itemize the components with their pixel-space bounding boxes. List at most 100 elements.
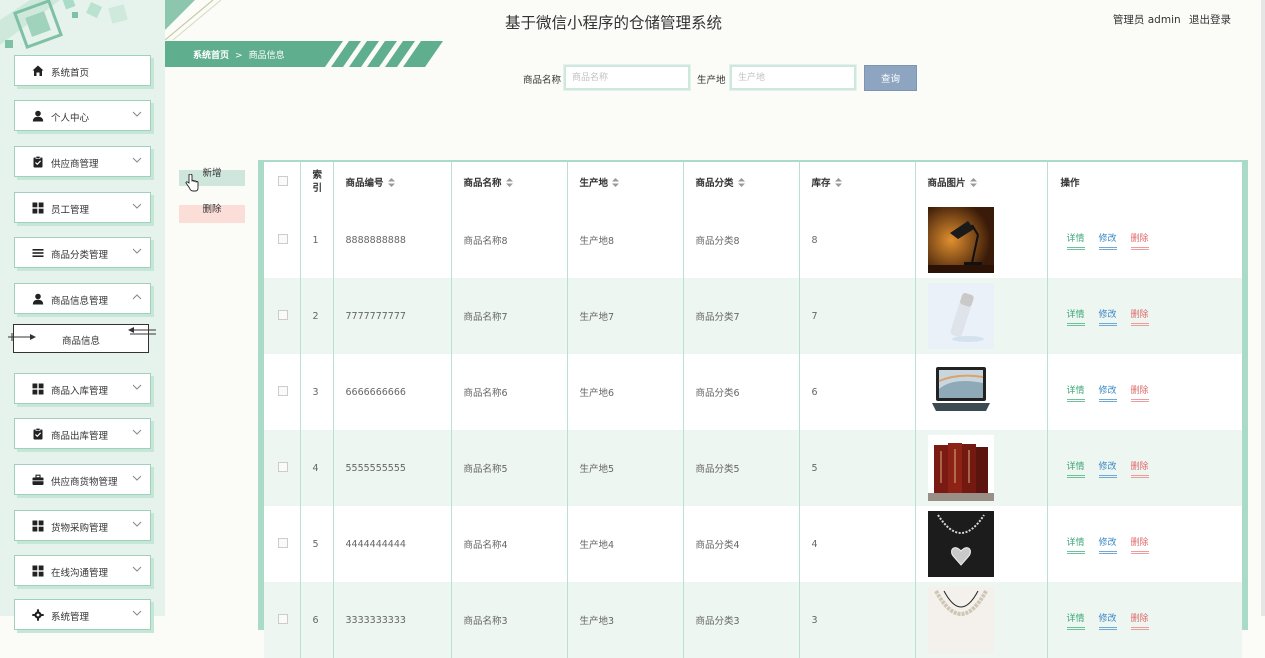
row-detail-link[interactable]: 详情 bbox=[1066, 459, 1085, 478]
chevron-down-icon[interactable] bbox=[132, 564, 142, 574]
row-select-cell[interactable] bbox=[264, 202, 301, 278]
sidebar-item-label: 货物采购管理 bbox=[51, 523, 109, 534]
row-edit-link[interactable]: 修改 bbox=[1098, 307, 1117, 326]
vertical-scrollbar[interactable] bbox=[1261, 0, 1265, 616]
row-edit-link[interactable]: 修改 bbox=[1098, 383, 1117, 402]
cell-index: 6 bbox=[300, 582, 334, 658]
sidebar-item-purchase[interactable]: 货物采购管理 bbox=[14, 510, 151, 541]
breadcrumb-text: 系统首页 > 商品信息 bbox=[193, 48, 285, 61]
sort-icon[interactable] bbox=[834, 178, 842, 187]
row-delete-link[interactable]: 删除 bbox=[1130, 307, 1149, 326]
sidebar-item-chat[interactable]: 在线沟通管理 bbox=[14, 555, 151, 586]
product-image-laptop[interactable] bbox=[927, 359, 994, 425]
sidebar-item-label: 在线沟通管理 bbox=[51, 568, 109, 579]
row-delete-link[interactable]: 删除 bbox=[1130, 383, 1149, 402]
header-name[interactable]: 商品名称 bbox=[451, 162, 568, 202]
submenu-item-product-info[interactable]: 商品信息 bbox=[8, 324, 156, 353]
header-select-all[interactable] bbox=[264, 162, 301, 202]
row-checkbox[interactable] bbox=[278, 233, 288, 244]
chevron-down-icon[interactable] bbox=[132, 109, 142, 119]
cell-ops: 详情 修改 删除 bbox=[1047, 354, 1242, 430]
row-edit-link[interactable]: 修改 bbox=[1098, 459, 1117, 478]
row-detail-link[interactable]: 详情 bbox=[1066, 231, 1085, 250]
product-image-cosmetic-bottle[interactable] bbox=[927, 283, 994, 349]
table-row: 6 3333333333 商品名称3 生产地3 商品分类3 3 详情 修改 删除 bbox=[264, 582, 1242, 658]
delete-button[interactable]: 删除 bbox=[179, 205, 245, 223]
hand-cursor-icon bbox=[185, 174, 199, 192]
sidebar-item-product-info[interactable]: 商品信息管理 bbox=[14, 283, 151, 314]
row-delete-link[interactable]: 删除 bbox=[1130, 535, 1149, 554]
product-image-desk-lamp[interactable] bbox=[927, 207, 994, 273]
row-checkbox[interactable] bbox=[278, 537, 288, 548]
row-select-cell[interactable] bbox=[264, 506, 301, 582]
sidebar-item-stock-in[interactable]: 商品入库管理 bbox=[14, 373, 151, 404]
chevron-down-icon[interactable] bbox=[132, 155, 142, 165]
chevron-down-icon[interactable] bbox=[132, 201, 142, 211]
select-all-checkbox[interactable] bbox=[278, 175, 288, 186]
row-delete-link[interactable]: 删除 bbox=[1130, 611, 1149, 630]
row-select-cell[interactable] bbox=[264, 354, 301, 430]
cell-code: 4444444444 bbox=[333, 506, 452, 582]
sort-icon[interactable] bbox=[505, 178, 513, 187]
chevron-down-icon[interactable] bbox=[132, 246, 142, 256]
breadcrumb-home[interactable]: 系统首页 bbox=[193, 51, 229, 61]
header-image[interactable]: 商品图片 bbox=[915, 162, 1048, 202]
sidebar-item-stock-out[interactable]: 商品出库管理 bbox=[14, 418, 151, 449]
chevron-down-icon[interactable] bbox=[132, 519, 142, 529]
product-image-pearl-necklace[interactable] bbox=[927, 587, 994, 653]
chevron-up-icon[interactable] bbox=[132, 292, 142, 302]
sort-icon[interactable] bbox=[387, 178, 395, 187]
row-edit-link[interactable]: 修改 bbox=[1098, 611, 1117, 630]
row-edit-link[interactable]: 修改 bbox=[1098, 535, 1117, 554]
sort-icon[interactable] bbox=[612, 178, 620, 187]
cell-index: 5 bbox=[300, 506, 334, 582]
row-select-cell[interactable] bbox=[264, 430, 301, 506]
row-detail-link[interactable]: 详情 bbox=[1066, 535, 1085, 554]
sidebar-item-home[interactable]: 系统首页 bbox=[14, 55, 151, 86]
header-origin[interactable]: 生产地 bbox=[567, 162, 684, 202]
row-select-cell[interactable] bbox=[264, 278, 301, 354]
header-code[interactable]: 商品编号 bbox=[333, 162, 452, 202]
chevron-down-icon[interactable] bbox=[132, 427, 142, 437]
header-stock[interactable]: 库存 bbox=[799, 162, 916, 202]
row-delete-link[interactable]: 删除 bbox=[1130, 459, 1149, 478]
row-checkbox[interactable] bbox=[278, 309, 288, 320]
row-checkbox[interactable] bbox=[278, 461, 288, 472]
logout-link[interactable]: 退出登录 bbox=[1189, 14, 1231, 26]
chevron-down-icon[interactable] bbox=[132, 473, 142, 483]
cell-index: 4 bbox=[300, 430, 334, 506]
sidebar-item-label: 商品分类管理 bbox=[51, 250, 109, 261]
chevron-down-icon[interactable] bbox=[132, 382, 142, 392]
search-button[interactable]: 查询 bbox=[864, 65, 917, 91]
cell-origin: 生产地8 bbox=[567, 202, 684, 278]
product-image-book-set[interactable] bbox=[927, 435, 994, 501]
row-checkbox[interactable] bbox=[278, 613, 288, 624]
product-image-heart-necklace[interactable] bbox=[927, 511, 994, 577]
user-icon bbox=[32, 110, 44, 122]
cell-index: 1 bbox=[300, 202, 334, 278]
cell-name: 商品名称8 bbox=[451, 202, 568, 278]
row-detail-link[interactable]: 详情 bbox=[1066, 307, 1085, 326]
search-name-input[interactable] bbox=[563, 64, 691, 91]
row-delete-link[interactable]: 删除 bbox=[1130, 231, 1149, 250]
row-select-cell[interactable] bbox=[264, 582, 301, 658]
sidebar-item-profile[interactable]: 个人中心 bbox=[14, 100, 151, 131]
row-detail-link[interactable]: 详情 bbox=[1066, 383, 1085, 402]
sidebar-item-supplier[interactable]: 供应商管理 bbox=[14, 146, 151, 177]
sort-icon[interactable] bbox=[969, 178, 977, 187]
cell-code: 8888888888 bbox=[333, 202, 452, 278]
row-checkbox[interactable] bbox=[278, 385, 288, 396]
sidebar-item-system[interactable]: 系统管理 bbox=[14, 599, 151, 630]
chevron-down-icon[interactable] bbox=[132, 608, 142, 618]
search-origin-input[interactable] bbox=[729, 64, 857, 91]
header-category[interactable]: 商品分类 bbox=[683, 162, 800, 202]
sidebar-item-supplier-goods[interactable]: 供应商货物管理 bbox=[14, 464, 151, 495]
sidebar-item-staff[interactable]: 员工管理 bbox=[14, 192, 151, 223]
row-edit-link[interactable]: 修改 bbox=[1098, 231, 1117, 250]
breadcrumb-current: 商品信息 bbox=[248, 51, 285, 61]
row-detail-link[interactable]: 详情 bbox=[1066, 611, 1085, 630]
sidebar-item-category[interactable]: 商品分类管理 bbox=[14, 237, 151, 268]
product-table-container: 索引 商品编号 商品名称 生产地 商品分类 库存 商品图片 操作 1 888888… bbox=[258, 160, 1248, 658]
sort-icon[interactable] bbox=[737, 178, 745, 187]
grid-icon bbox=[32, 383, 44, 395]
